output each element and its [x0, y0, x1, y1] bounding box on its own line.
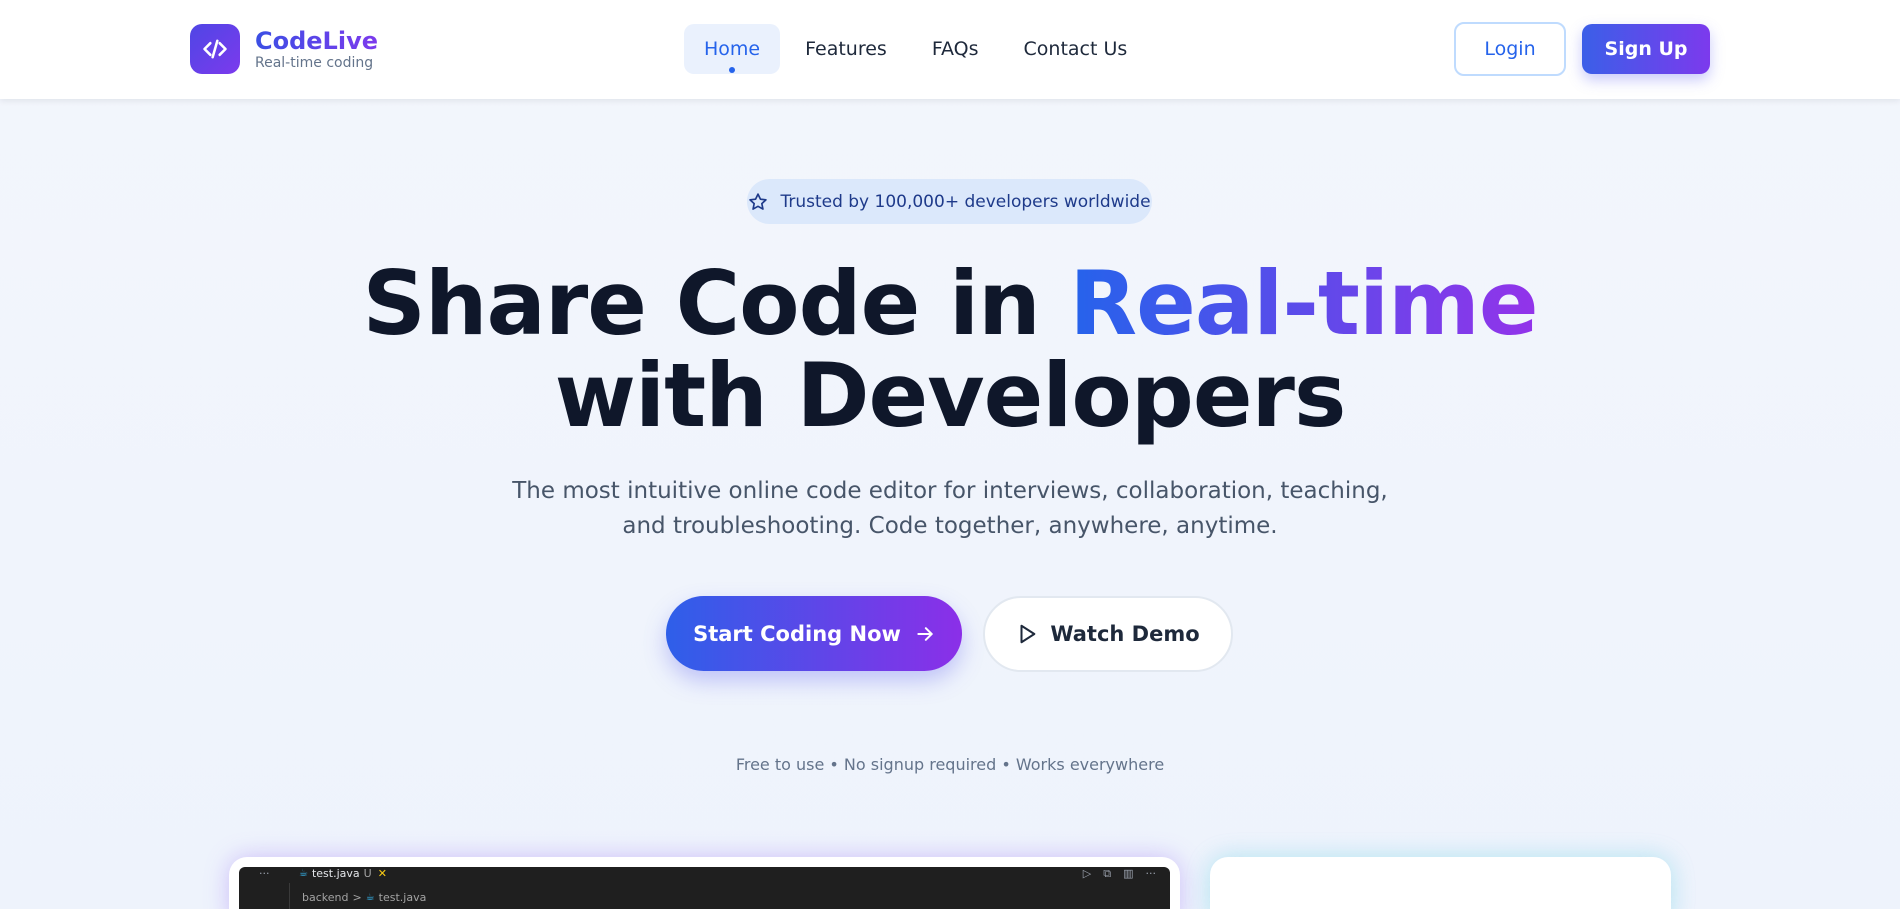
editor-toolbar: ▷ ⧉ ▥ ··· [1071, 867, 1156, 881]
watch-demo-label: Watch Demo [1050, 622, 1200, 646]
brand-tagline: Real-time coding [255, 55, 374, 71]
start-coding-button[interactable]: Start Coding Now [666, 596, 962, 671]
editor-tab[interactable]: ☕ test.java U ✕ [299, 867, 387, 880]
nav-link-contact[interactable]: Contact Us [1004, 24, 1148, 74]
active-indicator-dot [729, 67, 736, 73]
code-editor-preview: ··· ☕ test.java U ✕ backend > ☕ test.jav… [239, 867, 1170, 909]
breadcrumb-separator: > [352, 891, 362, 904]
login-button[interactable]: Login [1454, 22, 1566, 76]
headline-part1: Share Code in [362, 252, 1070, 355]
brand-logo[interactable]: CodeLive Real-time coding [190, 24, 378, 74]
hero-note: Free to use • No signup required • Works… [735, 755, 1165, 774]
close-icon[interactable]: ✕ [378, 867, 387, 880]
java-file-icon: ☕ [299, 868, 308, 879]
nav-link-home[interactable]: Home [684, 24, 781, 74]
hero-headline: Share Code in Real-time with Developers [0, 258, 1900, 442]
signup-button[interactable]: Sign Up [1582, 24, 1710, 74]
breadcrumb: backend > ☕ test.java [302, 891, 426, 904]
watch-demo-button[interactable]: Watch Demo [983, 596, 1233, 672]
nav-link-label: FAQs [931, 38, 979, 60]
more-icon[interactable]: ··· [259, 867, 270, 880]
run-icon[interactable]: ▷ [1083, 867, 1091, 881]
nav-link-label: Home [704, 38, 761, 60]
cta-row: Start Coding Now Watch Demo [666, 596, 1233, 672]
brand-name: CodeLive [255, 27, 378, 55]
editor-divider [289, 883, 290, 909]
trust-badge: Trusted by 100,000+ developers worldwide [747, 179, 1152, 224]
headline-line2: with Developers [554, 344, 1347, 447]
editor-tab-status: U [363, 867, 372, 880]
arrow-right-icon [917, 626, 933, 641]
java-file-icon: ☕ [365, 892, 375, 903]
breadcrumb-file[interactable]: test.java [379, 891, 427, 904]
split-editor-icon[interactable]: ▥ [1123, 867, 1133, 881]
editor-preview-card: ··· ☕ test.java U ✕ backend > ☕ test.jav… [229, 857, 1180, 909]
nav-link-label: Features [805, 38, 887, 60]
code-icon [190, 24, 240, 74]
more-icon[interactable]: ··· [1146, 867, 1157, 881]
nav-link-features[interactable]: Features [785, 24, 907, 74]
main-nav: Home Features FAQs Contact Us [684, 24, 1152, 74]
hero-subtitle: The most intuitive online code editor fo… [512, 478, 1388, 539]
side-preview-card [1210, 857, 1671, 909]
nav-link-faqs[interactable]: FAQs [912, 24, 999, 74]
breadcrumb-folder[interactable]: backend [302, 891, 348, 904]
top-nav: CodeLive Real-time coding Home Features … [0, 0, 1900, 99]
nav-link-label: Contact Us [1023, 38, 1128, 60]
start-coding-label: Start Coding Now [693, 621, 901, 646]
editor-tab-filename: test.java [311, 867, 360, 880]
compare-icon[interactable]: ⧉ [1103, 867, 1111, 881]
play-icon [1020, 624, 1036, 644]
star-icon [749, 192, 768, 210]
badge-text: Trusted by 100,000+ developers worldwide [780, 191, 1151, 212]
headline-highlight: Real-time [1069, 252, 1538, 355]
